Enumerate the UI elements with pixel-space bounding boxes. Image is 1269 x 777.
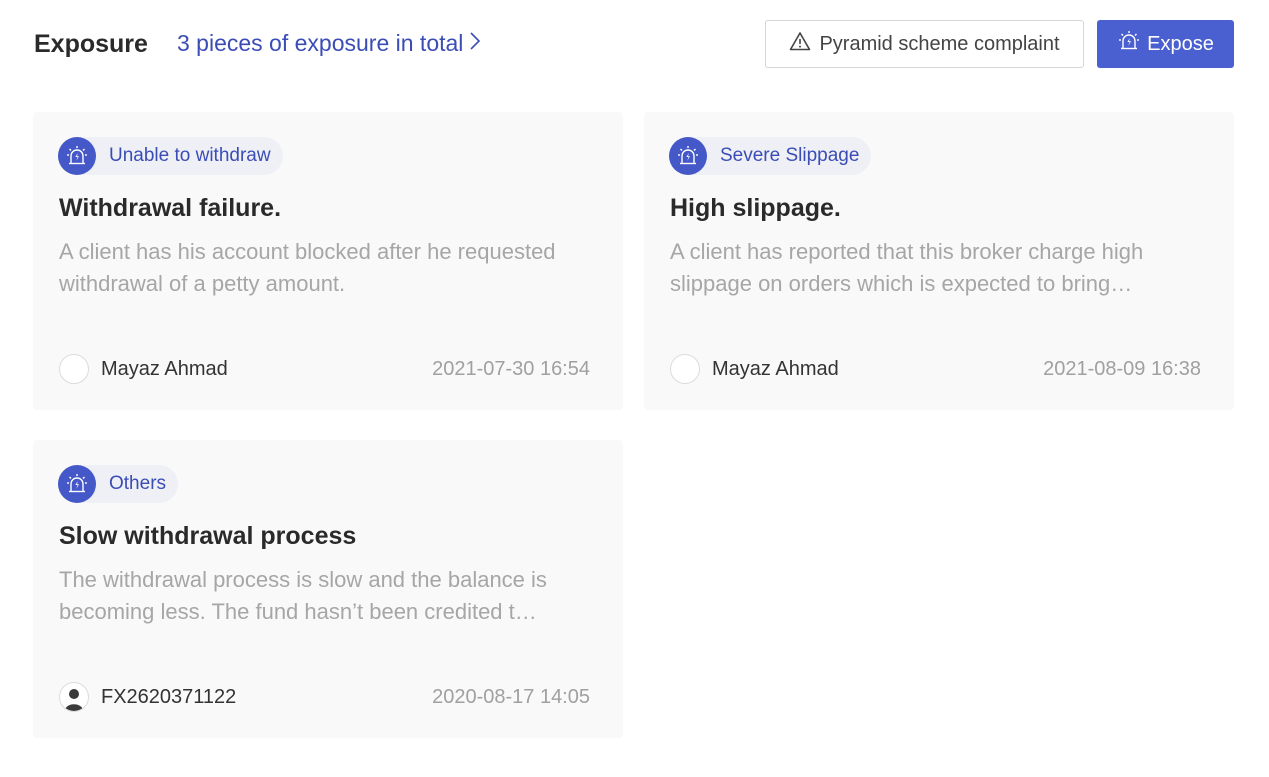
card-title: Withdrawal failure. — [59, 194, 282, 222]
card-description: A client has his account blocked after h… — [59, 239, 556, 296]
alarm-siren-icon — [58, 465, 96, 503]
chevron-right-icon — [469, 31, 481, 57]
author-name: Mayaz Ahmad — [101, 357, 228, 380]
alarm-siren-icon — [1117, 29, 1147, 59]
card-title: High slippage. — [670, 194, 841, 222]
author-name: Mayaz Ahmad — [712, 357, 839, 380]
exposure-card[interactable]: Others Slow withdrawal process The withd… — [33, 440, 623, 738]
alarm-siren-icon — [58, 137, 96, 175]
category-tag-label: Others — [109, 473, 167, 494]
author: Mayaz Ahmad — [59, 354, 228, 384]
avatar — [59, 354, 89, 384]
page-header: Exposure 3 pieces of exposure in total P… — [34, 20, 1234, 68]
total-exposure-link[interactable]: 3 pieces of exposure in total — [177, 30, 481, 57]
author: Mayaz Ahmad — [670, 354, 839, 384]
author-name: FX2620371122 — [101, 685, 237, 708]
card-description: The withdrawal process is slow and the b… — [59, 567, 547, 624]
category-tag: Severe Slippage — [669, 137, 872, 175]
card-title: Slow withdrawal process — [59, 522, 357, 550]
alarm-siren-icon — [669, 137, 707, 175]
expose-button[interactable]: Expose — [1097, 20, 1234, 68]
total-exposure-label: 3 pieces of exposure in total — [177, 30, 464, 56]
pyramid-complaint-button[interactable]: Pyramid scheme complaint — [765, 20, 1084, 68]
card-description: A client has reported that this broker c… — [670, 239, 1144, 296]
page-title: Exposure — [34, 30, 148, 58]
card-date: 2021-07-30 16:54 — [432, 358, 590, 380]
category-tag-label: Unable to withdraw — [109, 145, 271, 166]
card-date: 2021-08-09 16:38 — [1043, 358, 1201, 380]
author: FX2620371122 — [59, 682, 236, 712]
exposure-card[interactable]: Severe Slippage High slippage. A client … — [644, 112, 1234, 410]
avatar — [670, 354, 700, 384]
pyramid-complaint-label: Pyramid scheme complaint — [819, 32, 1060, 55]
exposure-card[interactable]: Unable to withdraw Withdrawal failure. A… — [33, 112, 623, 410]
card-date: 2020-08-17 14:05 — [432, 686, 590, 708]
expose-label: Expose — [1147, 32, 1214, 55]
category-tag-label: Severe Slippage — [720, 145, 860, 166]
warning-triangle-icon — [789, 31, 819, 57]
category-tag: Others — [58, 465, 179, 503]
category-tag: Unable to withdraw — [58, 137, 283, 175]
user-avatar-icon — [59, 682, 89, 712]
